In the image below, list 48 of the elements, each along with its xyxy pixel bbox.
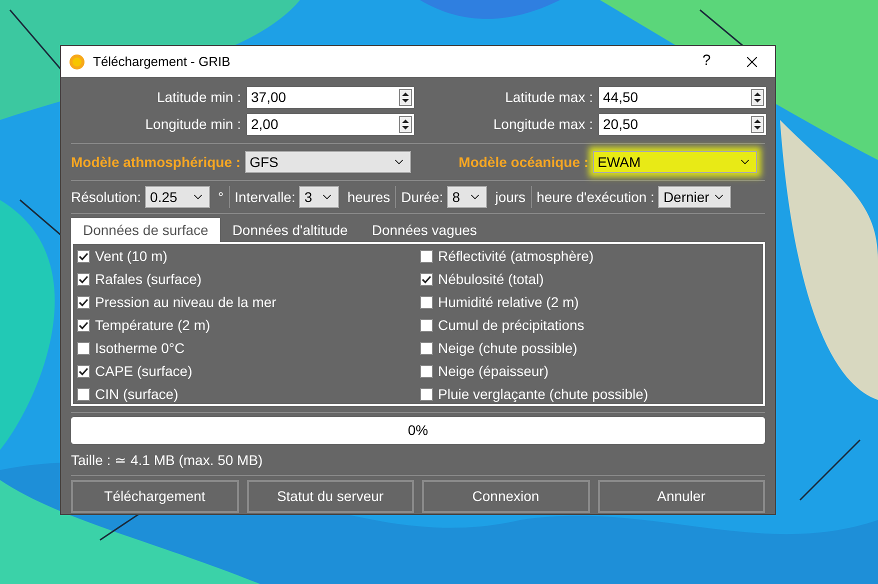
dialog-button[interactable]: Connexion — [422, 480, 590, 513]
checkbox-label: CAPE (surface) — [95, 362, 192, 381]
dialog-button[interactable]: Statut du serveur — [246, 480, 414, 513]
tab[interactable]: Données de surface — [71, 218, 220, 242]
unit-label: heures — [347, 188, 390, 206]
dropdown[interactable]: 3 — [299, 186, 340, 208]
checkbox-label: Neige (chute possible) — [438, 339, 578, 358]
dropdown[interactable]: EWAM — [592, 151, 757, 173]
checkbox-label: Humidité relative (2 m) — [438, 293, 579, 312]
checkbox-label: Neige (épaisseur) — [438, 362, 548, 381]
model-label: Modèle océanique : — [458, 152, 590, 172]
unit-label: ° — [218, 188, 224, 206]
checkbox-label: Rafales (surface) — [95, 270, 202, 289]
number-field[interactable]: 20,50 — [599, 114, 766, 135]
checkbox-label: CIN (surface) — [95, 385, 178, 404]
tab[interactable]: Données vagues — [360, 218, 489, 242]
checkbox-label: Pluie verglaçante (chute possible) — [438, 385, 648, 404]
unit-label: jours — [495, 188, 526, 207]
setting-label: heure d'exécution : — [536, 188, 654, 206]
checkbox-label: Réflectivité (atmosphère) — [438, 247, 594, 266]
checkbox-label: Nébulosité (total) — [438, 270, 544, 289]
help-button[interactable]: ? — [684, 46, 729, 77]
dropdown[interactable]: GFS — [244, 151, 411, 173]
number-field[interactable]: 37,00 — [247, 87, 414, 108]
field-label: Latitude max : — [504, 88, 594, 107]
checkbox-label: Température (2 m) — [95, 316, 210, 335]
number-field[interactable]: 2,00 — [247, 114, 414, 135]
setting-label: Intervalle: — [234, 188, 296, 206]
tab[interactable]: Données d'altitude — [220, 218, 360, 242]
checkbox-label: Cumul de précipitations — [438, 316, 584, 335]
field-label: Latitude min : — [156, 88, 242, 107]
dialog-button[interactable]: Annuler — [598, 480, 765, 513]
field-label: Longitude max : — [492, 115, 594, 134]
number-field[interactable]: 44,50 — [599, 87, 766, 108]
setting-label: Résolution: — [71, 188, 142, 206]
setting-label: Durée: — [401, 188, 444, 206]
window-title: Téléchargement - GRIB — [93, 52, 232, 71]
progress-text: 0% — [408, 421, 428, 440]
checkbox-label: Isotherme 0°C — [95, 339, 185, 358]
checkbox-label: Vent (10 m) — [95, 247, 168, 266]
checkbox-label: Pression au niveau de la mer — [95, 293, 276, 312]
size-text: Taille : ≃ 4.1 MB (max. 50 MB) — [71, 450, 765, 476]
dialog-button[interactable]: Téléchargement — [71, 480, 238, 513]
field-label: Longitude min : — [144, 115, 242, 134]
dropdown[interactable]: Dernier — [658, 186, 732, 208]
model-label: Modèle athmosphérique : — [71, 152, 242, 172]
dropdown[interactable]: 8 — [447, 186, 488, 208]
dropdown[interactable]: 0.25 — [145, 186, 210, 208]
